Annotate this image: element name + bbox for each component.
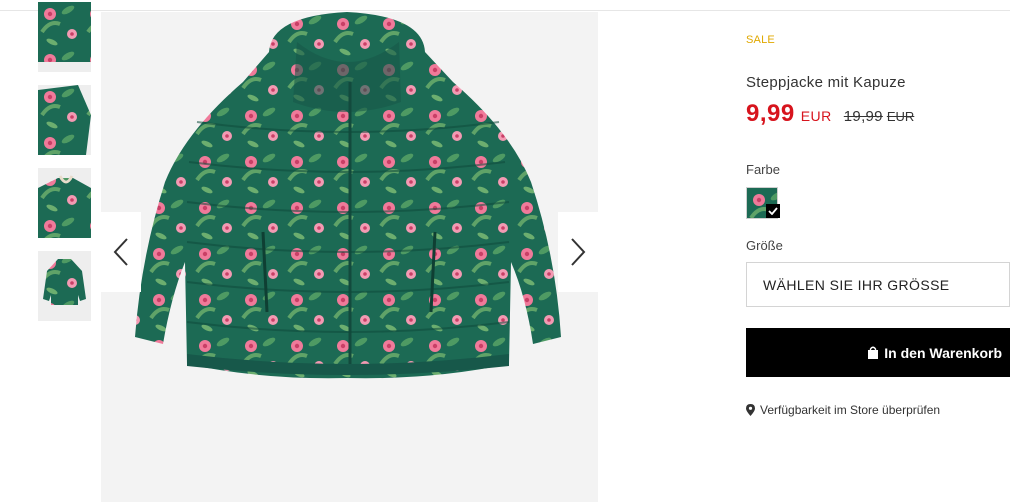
color-label: Farbe xyxy=(746,162,780,177)
thumbnail-3[interactable] xyxy=(38,168,91,238)
size-label: Größe xyxy=(746,238,783,253)
thumbnail-2[interactable] xyxy=(38,85,91,155)
shopping-bag-icon xyxy=(867,346,879,359)
add-to-cart-button[interactable]: In den Warenkorb xyxy=(746,328,1010,377)
original-price-currency: EUR xyxy=(886,109,915,124)
gallery-prev-button[interactable] xyxy=(101,212,141,292)
product-title: Steppjacke mit Kapuze xyxy=(746,74,906,91)
map-pin-icon xyxy=(746,404,755,416)
jacket-illustration xyxy=(101,12,598,502)
store-availability-link[interactable]: Verfügbarkeit im Store überprüfen xyxy=(746,403,940,417)
selected-check-icon xyxy=(766,204,780,218)
header-divider xyxy=(0,10,1010,11)
original-price: 19,99 xyxy=(843,108,883,125)
product-main-image[interactable] xyxy=(101,12,598,502)
sale-price: 9,99 xyxy=(746,100,795,127)
size-select-value: WÄHLEN SIE IHR GRÖSSE xyxy=(763,276,950,293)
size-select[interactable]: WÄHLEN SIE IHR GRÖSSE xyxy=(746,262,1010,307)
thumbnail-1[interactable] xyxy=(38,2,91,72)
price-row: 9,99 EUR 19,99 EUR xyxy=(746,100,914,128)
sale-price-currency: EUR xyxy=(800,108,832,124)
chevron-left-icon xyxy=(113,238,128,266)
store-availability-label: Verfügbarkeit im Store überprüfen xyxy=(760,403,941,417)
sale-badge: SALE xyxy=(746,34,775,46)
add-to-cart-label: In den Warenkorb xyxy=(884,344,1002,361)
gallery-next-button[interactable] xyxy=(558,212,598,292)
thumbnail-4[interactable] xyxy=(38,251,91,321)
chevron-right-icon xyxy=(571,238,586,266)
